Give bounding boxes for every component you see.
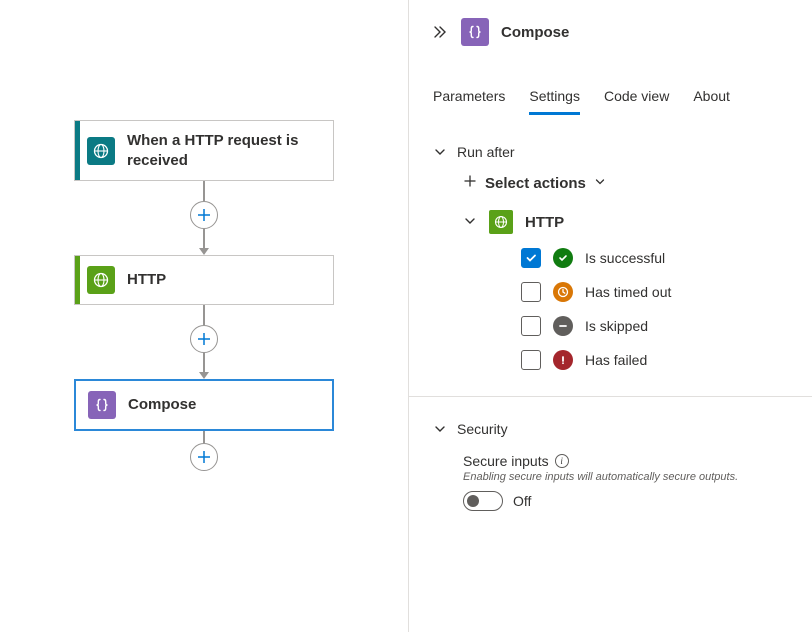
checkbox[interactable] <box>521 248 541 268</box>
status-option-timeout[interactable]: Has timed out <box>521 282 788 302</box>
plus-icon <box>463 174 477 192</box>
globe-icon <box>489 210 513 234</box>
action-panel: Compose Parameters Settings Code view Ab… <box>408 0 812 632</box>
status-label: Has failed <box>585 352 647 368</box>
globe-icon <box>87 137 115 165</box>
braces-icon <box>461 18 489 46</box>
status-label: Is skipped <box>585 318 648 334</box>
select-actions-button[interactable]: Select actions <box>463 174 788 192</box>
secure-inputs-toggle[interactable] <box>463 491 503 511</box>
add-step-button[interactable] <box>190 325 218 353</box>
add-step-button[interactable] <box>190 201 218 229</box>
globe-icon <box>87 266 115 294</box>
select-actions-label: Select actions <box>485 175 586 192</box>
collapse-panel-button[interactable] <box>429 22 449 42</box>
divider <box>409 396 812 397</box>
chevron-down-icon <box>433 422 447 436</box>
checkbox[interactable] <box>521 350 541 370</box>
chevron-down-icon <box>463 214 477 231</box>
tab-settings[interactable]: Settings <box>529 80 580 115</box>
secure-inputs-label: Secure inputs <box>463 453 549 469</box>
status-option-success[interactable]: Is successful <box>521 248 788 268</box>
checkbox[interactable] <box>521 316 541 336</box>
checkbox[interactable] <box>521 282 541 302</box>
toggle-value-label: Off <box>513 493 531 509</box>
status-option-skipped[interactable]: Is skipped <box>521 316 788 336</box>
status-label: Has timed out <box>585 284 671 300</box>
clock-icon <box>553 282 573 302</box>
chevron-down-icon <box>433 145 447 159</box>
braces-icon <box>88 391 116 419</box>
minus-icon <box>553 316 573 336</box>
status-label: Is successful <box>585 250 665 266</box>
connector <box>190 305 218 379</box>
status-option-failed[interactable]: Has failed <box>521 350 788 370</box>
flow-canvas[interactable]: When a HTTP request is received HTTP <box>0 0 408 632</box>
run-after-section-toggle[interactable]: Run after <box>433 140 788 164</box>
tab-parameters[interactable]: Parameters <box>433 80 505 115</box>
section-label: Security <box>457 421 508 437</box>
success-icon <box>553 248 573 268</box>
node-label: HTTP <box>127 270 166 290</box>
panel-title: Compose <box>501 24 569 41</box>
secure-inputs-hint: Enabling secure inputs will automaticall… <box>463 471 788 483</box>
error-icon <box>553 350 573 370</box>
tab-about[interactable]: About <box>693 80 730 115</box>
flow-node-compose[interactable]: Compose <box>74 379 334 431</box>
node-label: When a HTTP request is received <box>127 131 321 170</box>
flow-node-http[interactable]: HTTP <box>74 255 334 305</box>
section-label: Run after <box>457 144 515 160</box>
info-icon[interactable]: i <box>555 454 569 468</box>
connector <box>190 431 218 471</box>
chevron-down-icon <box>594 175 606 192</box>
tab-code-view[interactable]: Code view <box>604 80 669 115</box>
security-section-toggle[interactable]: Security <box>433 417 788 441</box>
flow-node-trigger[interactable]: When a HTTP request is received <box>74 120 334 181</box>
connector <box>190 181 218 255</box>
node-label: Compose <box>128 395 196 415</box>
run-after-action[interactable]: HTTP <box>463 210 788 234</box>
tabs: Parameters Settings Code view About <box>409 80 812 116</box>
add-step-button[interactable] <box>190 443 218 471</box>
action-name: HTTP <box>525 214 564 231</box>
